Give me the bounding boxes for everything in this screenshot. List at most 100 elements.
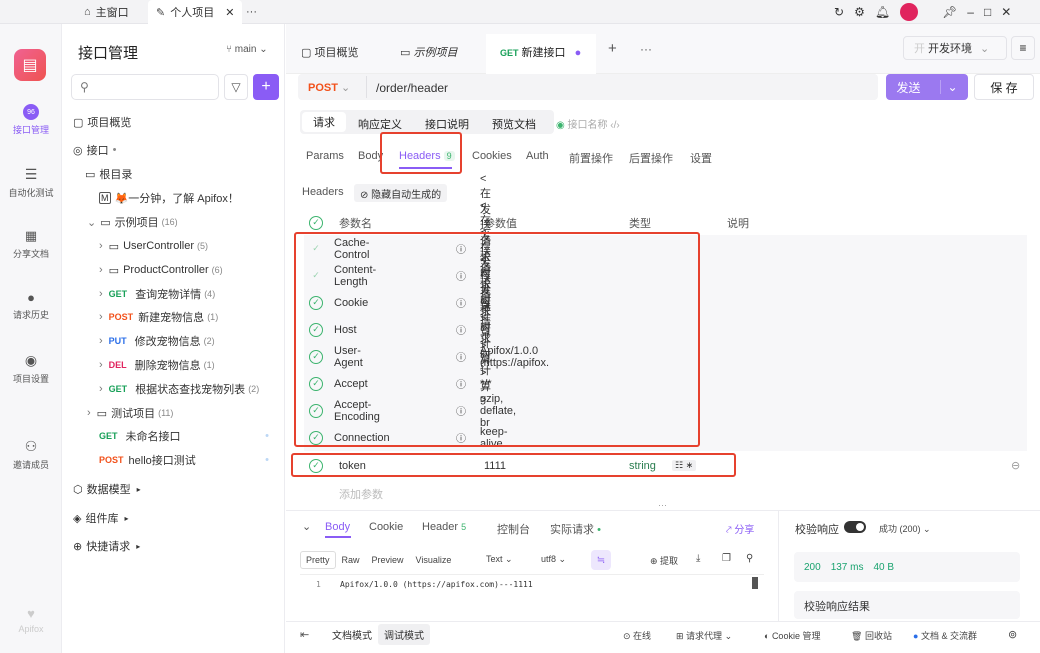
- download-icon[interactable]: ⤓: [696, 553, 700, 564]
- collapse-sidebar-icon[interactable]: ⇤: [300, 628, 309, 641]
- home-window-tab[interactable]: ⌂ 主窗口: [84, 0, 129, 24]
- project-tab[interactable]: ✎ 个人项目 ✕: [148, 0, 243, 24]
- search-icon[interactable]: ⚲: [746, 553, 753, 564]
- nav-settings[interactable]: ◉ 项目设置: [0, 352, 62, 385]
- add-button[interactable]: +: [253, 74, 279, 100]
- avatar[interactable]: [900, 3, 919, 21]
- nav-history[interactable]: ● 请求历史: [0, 290, 62, 321]
- check-all-icon[interactable]: ✓: [309, 215, 323, 230]
- send-button[interactable]: 发送 ⌄: [886, 74, 968, 100]
- success-select[interactable]: 成功 (200) ⌄: [879, 522, 931, 535]
- tree-test-project[interactable]: › ▭ 测试项目 (11): [87, 403, 173, 423]
- tree-models[interactable]: ⬡ 数据模型 ▸: [73, 479, 141, 499]
- tab-params[interactable]: Params: [306, 150, 344, 162]
- nav-invite[interactable]: ⚇ 邀请成员: [0, 438, 62, 471]
- community-button[interactable]: ● 文档 & 交流群: [913, 629, 977, 642]
- tab-auth[interactable]: Auth: [526, 150, 549, 162]
- maximize-button[interactable]: □: [984, 5, 991, 19]
- project-logo[interactable]: ▤: [14, 49, 46, 81]
- pin-icon[interactable]: 📌︎: [942, 5, 957, 19]
- wrap-button[interactable]: ≒: [591, 550, 611, 570]
- tree-item[interactable]: › DEL 删除宠物信息 (1): [99, 355, 215, 375]
- view-visualize[interactable]: Visualize: [410, 552, 458, 568]
- debug-mode-button[interactable]: 调试模式: [378, 623, 430, 645]
- menu-button[interactable]: ≡: [1011, 36, 1035, 60]
- api-name-input[interactable]: ◉ 接口名称 ‹/›: [556, 116, 620, 131]
- tree-item[interactable]: › ▭ ProductController (6): [99, 260, 223, 280]
- mode-tab-response[interactable]: 响应定义: [358, 116, 402, 132]
- validate-toggle[interactable]: [844, 521, 866, 533]
- tab-cookies[interactable]: Cookies: [472, 150, 512, 162]
- resp-tab-actual[interactable]: 实际请求 •: [550, 521, 601, 537]
- tree-intro[interactable]: M 🦊一分钟，了解 Apifox！: [99, 188, 239, 208]
- tree-unnamed[interactable]: GET 未命名接口 •: [99, 426, 269, 446]
- collapse-icon[interactable]: ⌄: [302, 520, 311, 533]
- layers-icon: ◈: [73, 512, 82, 525]
- tree-item[interactable]: › ▭ UserController (5): [99, 236, 208, 256]
- filter-button[interactable]: ▽: [224, 74, 248, 100]
- tree-apis[interactable]: ◎ 接口 •: [73, 140, 116, 160]
- minimize-button[interactable]: –: [967, 5, 974, 19]
- mode-tab-docs[interactable]: 接口说明: [425, 116, 469, 132]
- proxy-button[interactable]: ⊞ 请求代理 ⌄: [676, 629, 732, 642]
- close-tab-icon[interactable]: ✕: [225, 6, 234, 19]
- encoding-select[interactable]: utf8 ⌄: [541, 554, 566, 565]
- more-button[interactable]: ···: [246, 0, 257, 24]
- branch-selector[interactable]: ⑂ main ⌄: [226, 44, 268, 55]
- scroll-top-icon[interactable]: ⊚: [1008, 628, 1017, 641]
- resp-tab-console[interactable]: 控制台: [497, 521, 530, 537]
- nav-share-doc[interactable]: ▦ 分享文档: [0, 228, 62, 260]
- tree-item[interactable]: › POST 新建宠物信息 (1): [99, 307, 218, 327]
- cookie-button[interactable]: ◐ Cookie 管理: [764, 629, 820, 642]
- format-select[interactable]: Text ⌄: [486, 554, 513, 565]
- resize-handle[interactable]: ···: [658, 500, 667, 510]
- response-body[interactable]: 1 Apifox/1.0.0 (https://apifox.com)---11…: [300, 574, 764, 608]
- tree-quick[interactable]: ⊕ 快捷请求 ▸: [73, 536, 140, 556]
- refresh-icon[interactable]: ↻: [834, 5, 844, 19]
- tab-new-api[interactable]: GET 新建接口 ●: [486, 34, 596, 74]
- tree-item[interactable]: › PUT 修改宠物信息 (2): [99, 331, 215, 351]
- trash-button[interactable]: 🗑︎ 回收站: [851, 629, 892, 642]
- tab-post[interactable]: 后置操作: [629, 150, 673, 166]
- tab-sample[interactable]: ▭ 示例项目: [400, 44, 457, 60]
- extract-button[interactable]: ⊕ 提取: [650, 554, 678, 567]
- search-input[interactable]: ⚲: [71, 74, 219, 100]
- mode-tab-preview[interactable]: 预览文档: [492, 116, 536, 132]
- tab-pre[interactable]: 前置操作: [569, 150, 613, 166]
- tree-root[interactable]: ▭ 根目录: [85, 164, 132, 184]
- view-pretty[interactable]: Pretty: [300, 551, 336, 569]
- tab-settings[interactable]: 设置: [690, 150, 712, 166]
- tree-overview[interactable]: ▢ 项目概览: [73, 112, 131, 132]
- resp-tab-body[interactable]: Body: [325, 521, 350, 533]
- add-tab-button[interactable]: +: [608, 40, 617, 57]
- tab-more-button[interactable]: ···: [640, 42, 652, 56]
- resp-tab-header[interactable]: Header 5: [422, 521, 466, 533]
- nav-automation[interactable]: ☰ 自动化测试: [0, 166, 62, 199]
- tree-item[interactable]: › GET 根据状态查找宠物列表 (2): [99, 379, 259, 399]
- nav-api-management[interactable]: 96 接口管理: [0, 104, 62, 136]
- remove-row-icon[interactable]: ⊖: [1011, 459, 1020, 472]
- url-input[interactable]: /order/header: [376, 81, 448, 95]
- tree-components[interactable]: ◈ 组件库 ▸: [73, 508, 128, 528]
- bell-icon[interactable]: 🔔︎: [875, 5, 890, 19]
- gear-icon[interactable]: ⚙: [854, 5, 865, 19]
- doc-mode-button[interactable]: 文档模式: [326, 624, 378, 645]
- save-button[interactable]: 保 存: [974, 74, 1034, 100]
- tree-sample-project[interactable]: ⌄ ▭ 示例项目 (16): [87, 212, 178, 232]
- method-selector[interactable]: POST ⌄: [308, 81, 350, 94]
- resp-tab-cookie[interactable]: Cookie: [369, 521, 403, 533]
- env-selector[interactable]: 开开发环境 ⌄: [903, 36, 1007, 60]
- close-window-button[interactable]: ✕: [1001, 5, 1011, 19]
- tab-overview[interactable]: ▢ 项目概览: [301, 44, 358, 60]
- share-button[interactable]: ⤤ 分享: [726, 521, 754, 536]
- mode-tab-request[interactable]: 请求: [302, 112, 346, 132]
- view-raw[interactable]: Raw: [336, 552, 366, 568]
- api-icon: ◎: [73, 144, 83, 157]
- online-status[interactable]: ⊙ 在线: [623, 629, 651, 642]
- tree-item[interactable]: › GET 查询宠物详情 (4): [99, 284, 215, 304]
- copy-icon[interactable]: ❐: [722, 553, 731, 564]
- add-param-input[interactable]: 添加参数: [339, 486, 383, 502]
- tree-hello[interactable]: POST hello接口测试 •: [99, 450, 269, 470]
- view-preview[interactable]: Preview: [366, 552, 410, 568]
- hide-auto-toggle[interactable]: ⊘ 隐藏自动生成的: [354, 184, 448, 202]
